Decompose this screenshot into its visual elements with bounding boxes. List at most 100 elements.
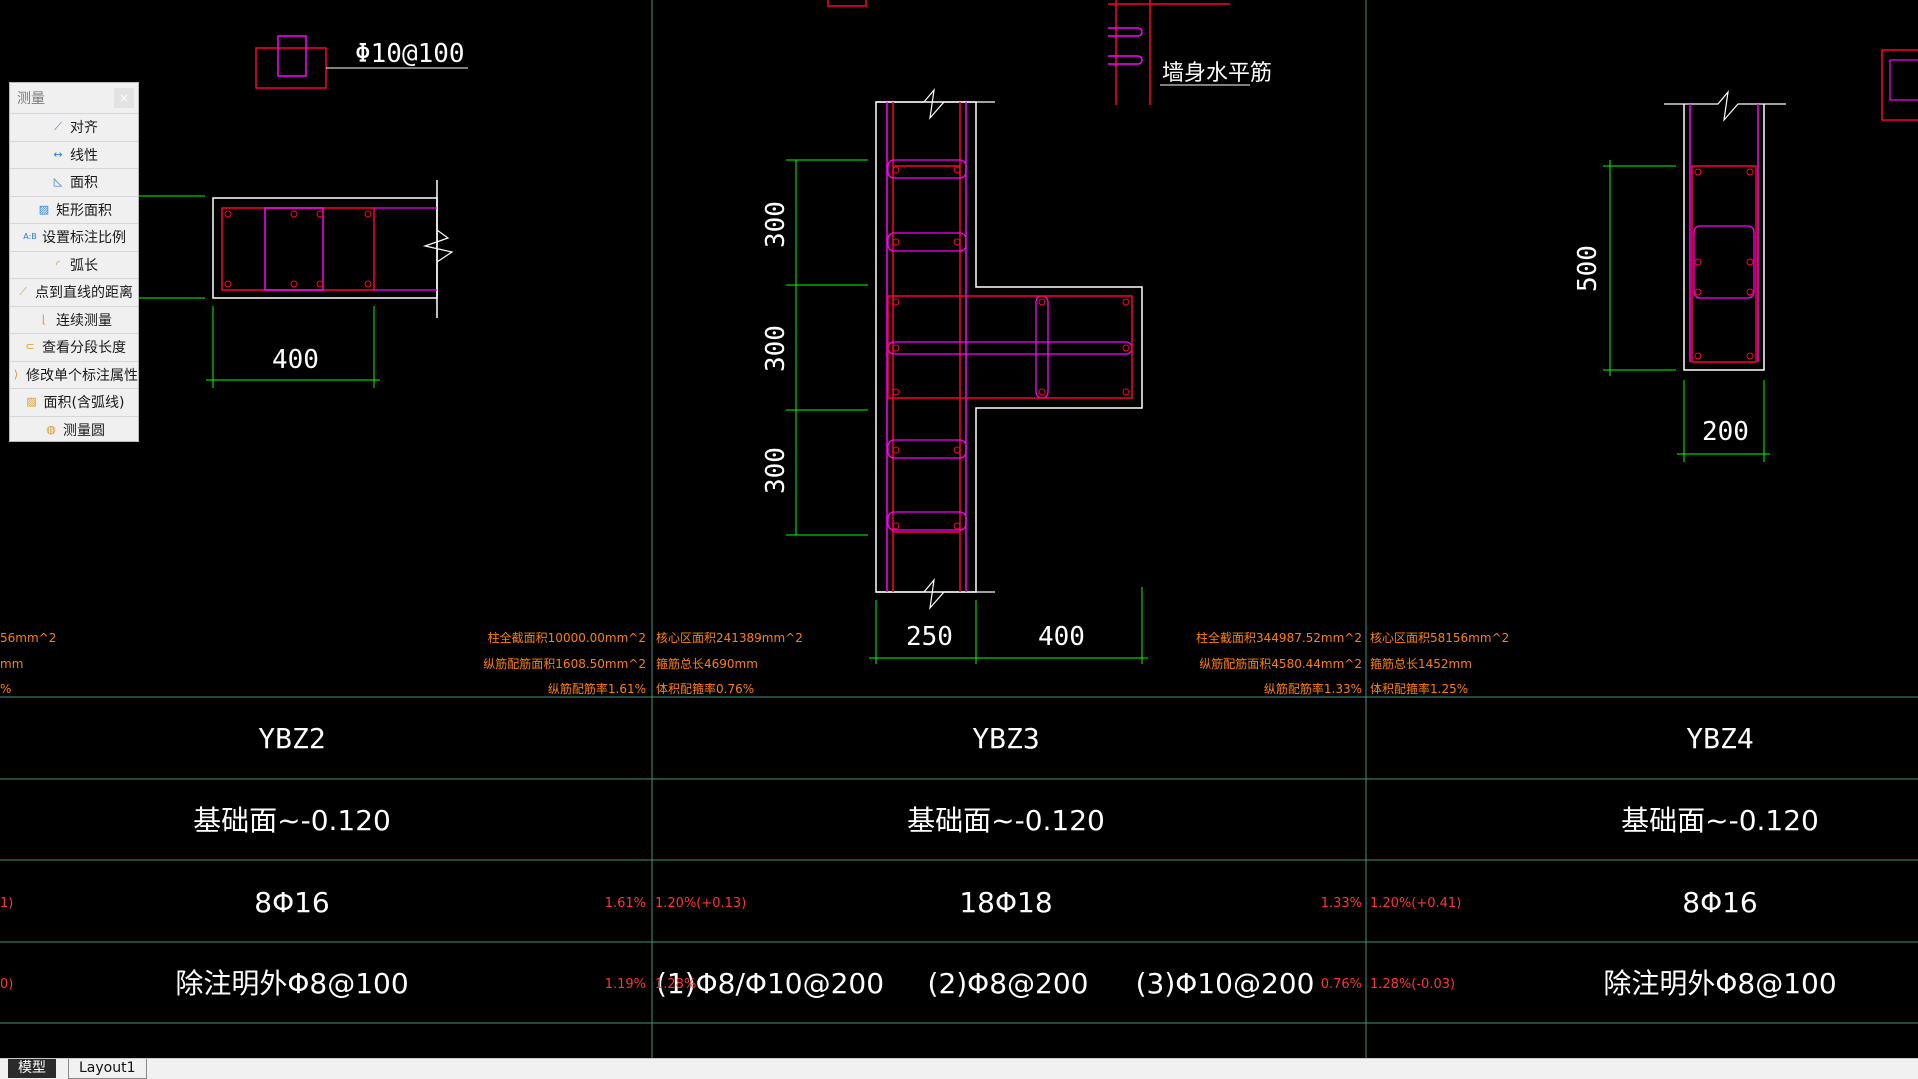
left-edge-stat: % bbox=[0, 682, 11, 696]
ratio-note: 1.28% bbox=[655, 977, 696, 992]
table-rebars: 8Φ16 18Φ18 8Φ16 bbox=[254, 886, 1757, 919]
ybz3-dim-400: 400 bbox=[1038, 622, 1085, 652]
edge-mark: 0) bbox=[0, 977, 13, 992]
cad-drawing-canvas[interactable]: Φ10@100 400 柱全截面积10000.00mm^2 纵筋配筋面积1608… bbox=[0, 0, 1918, 1058]
measure-arc-button[interactable]: ◜ 弧长 bbox=[10, 250, 138, 279]
scale-icon: A:B bbox=[23, 232, 37, 242]
table-elevations: 基础面~-0.120 基础面~-0.120 基础面~-0.120 bbox=[193, 804, 1819, 837]
menu-label: 面积(含弧线) bbox=[43, 395, 125, 412]
ratio-note: 0.76% bbox=[1321, 977, 1362, 992]
table-stirrups: 除注明外Φ8@100 (1)Φ8/Φ10@200 (2)Φ8@200 (3)Φ1… bbox=[175, 967, 1836, 1000]
elevation-cell: 基础面~-0.120 bbox=[907, 804, 1105, 837]
ybz3-note: 墙身水平筋 bbox=[1162, 61, 1272, 86]
align-icon: ⟋ bbox=[54, 120, 62, 134]
elevation-cell: 基础面~-0.120 bbox=[1621, 804, 1819, 837]
measure-panel-header[interactable]: 测量 × bbox=[10, 83, 138, 113]
ybz4-stat: 体积配箍率1.25% bbox=[1370, 681, 1468, 696]
ybz3-stat: 柱全截面积344987.52mm^2 bbox=[1196, 630, 1362, 645]
ratio-note: 1.20%(+0.13) bbox=[655, 896, 746, 911]
measure-circle-button[interactable]: ◍ 测量圆 bbox=[10, 415, 138, 444]
stirrup-cell: 除注明外Φ8@100 bbox=[1603, 967, 1836, 1000]
measure-point-line-button[interactable]: ⟋ 点到直线的距离 bbox=[10, 278, 138, 306]
ybz3-stat: 纵筋配筋率1.33% bbox=[1264, 681, 1362, 696]
close-icon[interactable]: × bbox=[114, 88, 134, 108]
stirrup-cell: (3)Φ10@200 bbox=[1136, 967, 1315, 1000]
elevation-cell: 基础面~-0.120 bbox=[193, 804, 391, 837]
ybz2-stat: 纵筋配筋率1.61% bbox=[548, 681, 646, 696]
ybz3-stat: 箍筋总长4690mm bbox=[656, 656, 758, 671]
table-names: YBZ2 YBZ3 YBZ4 bbox=[258, 722, 1753, 755]
ybz3-stat: 纵筋配筋面积4580.44mm^2 bbox=[1199, 656, 1362, 671]
menu-label: 测量圆 bbox=[63, 422, 105, 439]
measure-linear-button[interactable]: ↔ 线性 bbox=[10, 140, 138, 169]
rebar-cell: 8Φ16 bbox=[1682, 886, 1757, 919]
measure-edit-dim-button[interactable]: ⟩ 修改单个标注属性 bbox=[10, 360, 138, 389]
ybz3-dim-250: 250 bbox=[906, 622, 953, 652]
circle-icon: ◍ bbox=[46, 422, 56, 436]
left-edge-stat: 56mm^2 bbox=[0, 631, 56, 645]
tab-model[interactable]: 模型 bbox=[8, 1059, 56, 1078]
arc-icon: ◜ bbox=[55, 257, 61, 271]
ybz3-section: 墙身水平筋 300 300 300 250 400 bbox=[761, 0, 1272, 664]
stirrup-cell: (2)Φ8@200 bbox=[928, 967, 1089, 1000]
ybz3-stat: 核心区面积241389mm^2 bbox=[656, 631, 803, 645]
ybz3-dim-300: 300 bbox=[761, 325, 791, 372]
ybz2-stirrup-label: Φ10@100 bbox=[355, 39, 465, 69]
rect-area-icon: ▨ bbox=[38, 202, 50, 216]
ybz2-stat: 柱全截面积10000.00mm^2 bbox=[488, 630, 646, 645]
measure-panel-title: 测量 bbox=[17, 91, 45, 107]
ybz4-stat: 箍筋总长1452mm bbox=[1370, 656, 1472, 671]
measure-continuous-button[interactable]: ⌊ 连续测量 bbox=[10, 305, 138, 334]
ybz4-dim-500: 500 bbox=[1573, 245, 1603, 292]
menu-label: 连续测量 bbox=[56, 312, 112, 329]
menu-label: 查看分段长度 bbox=[42, 340, 126, 357]
ybz2-width-dim: 400 bbox=[272, 345, 319, 375]
ybz4-section: 500 200 bbox=[1573, 49, 1918, 462]
arc-area-icon: ▨ bbox=[26, 395, 37, 409]
menu-label: 设置标注比例 bbox=[42, 230, 126, 247]
menu-label: 点到直线的距离 bbox=[35, 285, 133, 302]
ybz2-stat: 纵筋配筋面积1608.50mm^2 bbox=[483, 656, 646, 671]
ybz4-stat: 核心区面积58156mm^2 bbox=[1370, 631, 1509, 645]
stirrup-cell: 除注明外Φ8@100 bbox=[175, 967, 408, 1000]
ratio-note: 1.20%(+0.41) bbox=[1370, 896, 1461, 911]
layout-tabs: 模型 Layout1 bbox=[0, 1058, 1918, 1079]
rebar-cell: 18Φ18 bbox=[959, 886, 1052, 919]
ybz2-stats: 柱全截面积10000.00mm^2 纵筋配筋面积1608.50mm^2 纵筋配筋… bbox=[483, 630, 646, 696]
ybz3-dim-300: 300 bbox=[761, 447, 791, 494]
ybz4-stats: 核心区面积58156mm^2 箍筋总长1452mm 体积配箍率1.25% bbox=[1370, 631, 1509, 696]
linear-icon: ↔ bbox=[53, 147, 63, 161]
left-edge-stat: mm bbox=[0, 657, 23, 671]
measure-rect-area-button[interactable]: ▨ 矩形面积 bbox=[10, 195, 138, 224]
edge-mark: 1) bbox=[0, 896, 13, 911]
menu-label: 弧长 bbox=[70, 257, 98, 274]
menu-label: 对齐 bbox=[70, 120, 98, 137]
measure-scale-button[interactable]: A:B 设置标注比例 bbox=[10, 223, 138, 251]
ybz4-dim-200: 200 bbox=[1702, 417, 1749, 447]
ratio-note: 1.19% bbox=[605, 977, 646, 992]
ybz3-stats: 柱全截面积344987.52mm^2 纵筋配筋面积4580.44mm^2 纵筋配… bbox=[1196, 630, 1362, 696]
continuous-icon: ⌊ bbox=[41, 312, 47, 326]
ybz2-section: Φ10@100 400 bbox=[139, 35, 468, 388]
ybz3-stats-left: 核心区面积241389mm^2 箍筋总长4690mm 体积配箍率0.76% bbox=[656, 631, 803, 696]
ybz3-stat: 体积配箍率0.76% bbox=[656, 681, 754, 696]
ratio-note: 1.61% bbox=[605, 896, 646, 911]
menu-label: 矩形面积 bbox=[56, 202, 112, 219]
measure-align-button[interactable]: ⟋ 对齐 bbox=[10, 113, 138, 141]
measure-panel[interactable]: 测量 × ⟋ 对齐 ↔ 线性 ◺ 面积 ▨ 矩形面积 A:B 设置标注比例 ◜ 弧长 ⟋ 点到… bbox=[9, 82, 139, 442]
ybz3-dim-300: 300 bbox=[761, 201, 791, 248]
measure-arc-area-button[interactable]: ▨ 面积(含弧线) bbox=[10, 388, 138, 416]
column-name: YBZ2 bbox=[258, 722, 325, 755]
menu-label: 线性 bbox=[70, 147, 98, 164]
edit-dim-icon: ⟩ bbox=[13, 367, 19, 381]
area-icon: ◺ bbox=[53, 175, 63, 189]
menu-label: 修改单个标注属性 bbox=[26, 367, 138, 384]
menu-label: 面积 bbox=[70, 175, 98, 192]
rebar-cell: 8Φ16 bbox=[254, 886, 329, 919]
measure-area-button[interactable]: ◺ 面积 bbox=[10, 168, 138, 196]
measure-segment-button[interactable]: ⊂ 查看分段长度 bbox=[10, 333, 138, 361]
segment-icon: ⊂ bbox=[25, 340, 35, 354]
ratio-note: 1.33% bbox=[1321, 896, 1362, 911]
column-name: YBZ4 bbox=[1686, 722, 1753, 755]
tab-layout1[interactable]: Layout1 bbox=[68, 1059, 147, 1079]
